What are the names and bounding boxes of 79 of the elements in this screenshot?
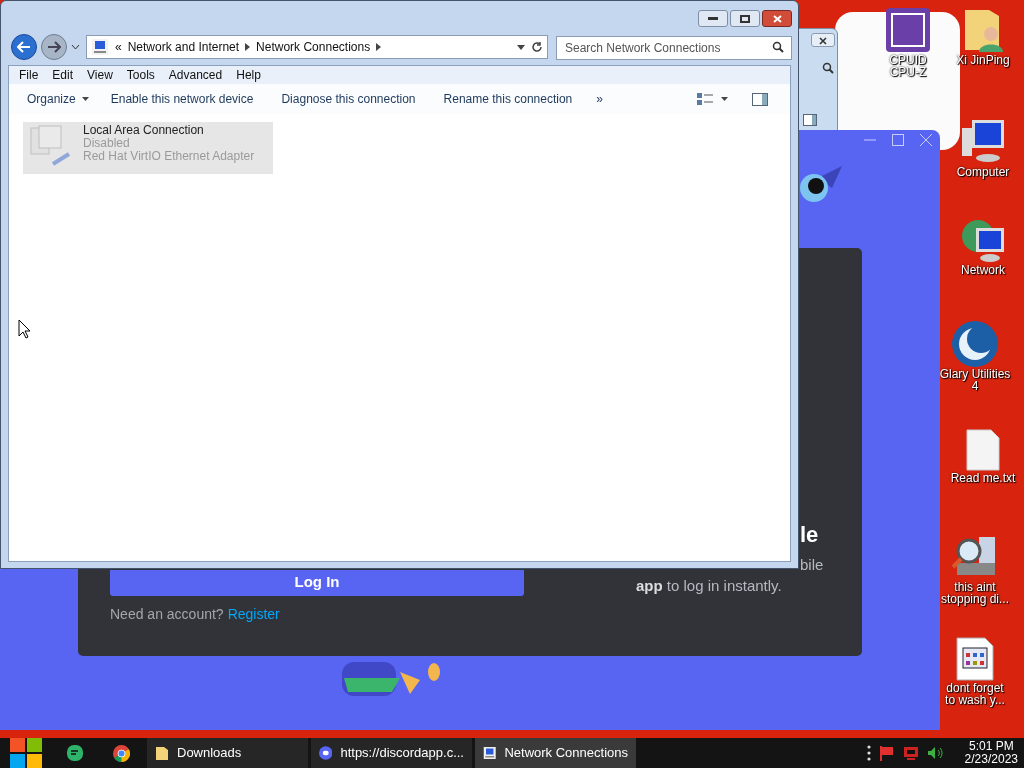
close-button[interactable] [811, 33, 835, 47]
more-commands-button[interactable]: » [586, 90, 613, 108]
maximize-button[interactable] [730, 10, 760, 27]
command-button[interactable]: Enable this network device [96, 90, 268, 108]
view-options-icon[interactable] [697, 92, 713, 106]
desktop-icon-label[interactable]: Computer [956, 166, 1010, 178]
connection-status: Disabled [83, 137, 131, 150]
search-icon [822, 62, 834, 74]
taskbar-window-button[interactable]: Network Connections [475, 738, 636, 768]
menu-item[interactable]: View [81, 66, 119, 84]
crescent-icon [951, 320, 999, 368]
browser-icon [112, 744, 130, 762]
register-link[interactable]: Register [227, 604, 280, 625]
preview-pane-icon[interactable] [752, 92, 768, 106]
clock-time[interactable]: 5:01 PM [968, 740, 1014, 753]
command-button[interactable]: Diagnose this connection [267, 90, 430, 108]
mouse-pointer-icon [18, 319, 31, 339]
text-file-icon [965, 428, 1001, 472]
chevron-right-icon[interactable] [376, 43, 382, 51]
app-file-icon [955, 636, 995, 682]
need-account-text: Need an account? [110, 605, 224, 624]
caret-icon[interactable] [721, 97, 728, 101]
chat-bubble-app-icon [67, 745, 83, 761]
menu-item[interactable]: Advanced [162, 66, 229, 84]
heading-fragment: le [800, 521, 819, 549]
breadcrumb-item[interactable]: Network and Internet [127, 38, 240, 56]
minimize-button[interactable] [698, 10, 728, 27]
network-window-icon [91, 38, 109, 56]
desktop-icon-label[interactable]: dont forget to wash y... [945, 682, 1005, 706]
back-button[interactable] [11, 34, 37, 60]
menu-item[interactable]: Edit [46, 66, 80, 84]
search-icon [772, 40, 784, 53]
minimize-icon [708, 17, 718, 20]
breadcrumb-item[interactable]: Network Connections [256, 38, 371, 56]
chat-app-icon [319, 744, 333, 762]
restore-icon [740, 14, 750, 23]
left-arrow-icon [17, 41, 31, 53]
desktop-icon-label[interactable]: Glary Utilities 4 [939, 368, 1011, 392]
close-icon[interactable] [920, 134, 932, 146]
desktop-icon-label[interactable]: Read me.txt [950, 472, 1016, 484]
speaker-icon[interactable] [926, 745, 943, 761]
maximize-icon[interactable] [892, 134, 904, 146]
desktop-icon-label[interactable]: Network [961, 264, 1005, 276]
right-arrow-icon [47, 41, 61, 53]
close-button[interactable] [762, 10, 792, 27]
windows-logo-icon [10, 738, 42, 768]
organize-menu-button[interactable]: Organize [19, 90, 97, 108]
search-field[interactable]: Search Network Connections [556, 35, 792, 60]
history-caret-icon[interactable] [71, 44, 80, 50]
connection-name: Local Area Connection [83, 124, 205, 137]
caret-icon [81, 97, 89, 101]
desktop-icon-label[interactable]: CPUID CPU-Z [889, 54, 927, 78]
forward-button[interactable] [41, 34, 67, 60]
menu-item[interactable]: File [13, 66, 45, 84]
command-button[interactable]: Rename this connection [429, 90, 587, 108]
monitor-alert-icon[interactable] [902, 745, 919, 761]
chevron-right-icon[interactable] [245, 43, 251, 51]
text-fragment: bile [800, 555, 824, 575]
cpu-chip-icon [884, 6, 932, 54]
address-bar[interactable]: « Network and Internet Network Connections [86, 35, 548, 59]
instruction-text: app to log in instantly. [636, 576, 782, 596]
flag-icon[interactable] [878, 745, 895, 761]
menu-item[interactable]: Tools [120, 66, 161, 84]
dropdown-caret-icon[interactable] [517, 44, 525, 50]
panel-icon [803, 114, 817, 126]
clock-date[interactable]: 2/23/2023 [964, 753, 1018, 766]
adapter-name: Red Hat VirtIO Ethernet Adapter [83, 150, 255, 163]
close-icon [819, 37, 827, 46]
refresh-icon[interactable] [531, 41, 543, 53]
desktop-icon-label[interactable]: this aint stopping di... [940, 581, 1009, 605]
login-button[interactable]: Log In [110, 570, 524, 596]
network-window-icon [483, 744, 497, 762]
taskbar-window-button[interactable]: Downloads [147, 738, 308, 768]
close-icon [772, 14, 782, 23]
breadcrumb-overflow[interactable]: « [115, 38, 122, 56]
more-dots-icon[interactable] [866, 745, 871, 761]
menu-item[interactable]: Help [230, 66, 267, 84]
taskbar-window-button[interactable]: https://discordapp.c... [311, 738, 472, 768]
folder-icon [155, 745, 169, 761]
